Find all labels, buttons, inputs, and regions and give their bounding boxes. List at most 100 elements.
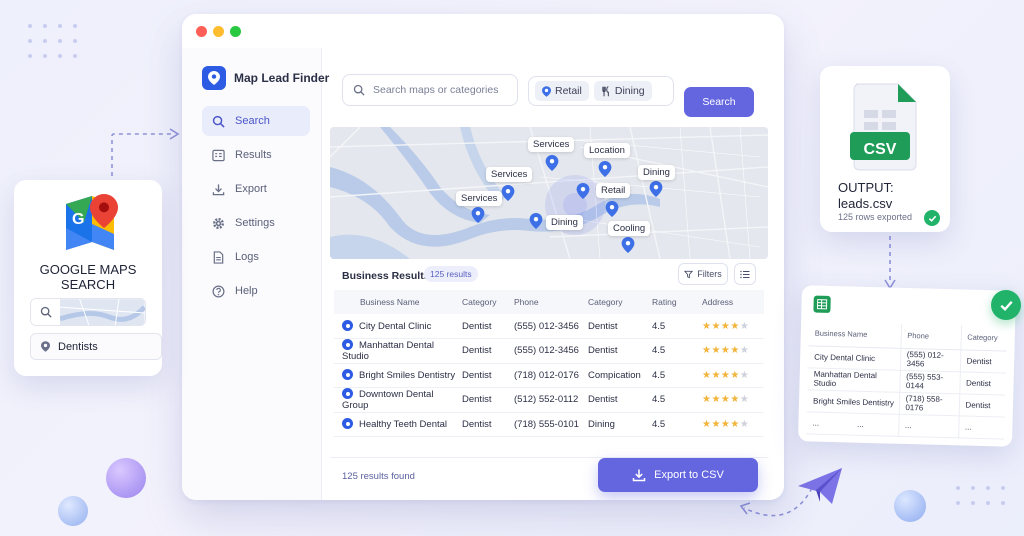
category-cell: Dentist (462, 412, 514, 437)
category-cell: Dentist (959, 349, 1007, 373)
sidebar-item-export[interactable]: Export (202, 174, 310, 204)
chip-label: Dining (614, 85, 645, 97)
table-row[interactable]: Manhattan Dental Studio Dentist (555) 01… (334, 338, 764, 364)
sidebar-item-label: Logs (235, 251, 259, 263)
mini-map-preview (60, 299, 145, 325)
location-pin-icon (342, 339, 353, 351)
filters-button[interactable]: Filters (678, 263, 728, 285)
business-name: City Dental Clinic (359, 321, 432, 332)
close-window-button[interactable] (196, 26, 207, 37)
category-cell: Dentist (462, 387, 514, 413)
phone-cell: ... (898, 413, 959, 438)
sidebar-item-results[interactable]: Results (202, 140, 310, 170)
sidebar-item-help[interactable]: Help (202, 276, 310, 306)
chip-retail[interactable]: Retail (535, 81, 589, 101)
column-header[interactable]: Phone (514, 290, 588, 314)
map-label: Location (584, 143, 630, 158)
star-rating: ★★★★★ (702, 394, 750, 406)
category-cell: Dentist (462, 363, 514, 388)
ellipsis: ... (857, 419, 864, 429)
sidebar-item-settings[interactable]: Settings (202, 208, 310, 238)
category-cell: Dentist (588, 338, 652, 364)
list-view-button[interactable] (734, 263, 756, 285)
maximize-window-button[interactable] (230, 26, 241, 37)
minimize-window-button[interactable] (213, 26, 224, 37)
name-cell: ...... (806, 411, 899, 436)
rating-cell: 4.5 (652, 338, 702, 364)
app-window: Map Lead Finder Search Results Export Se… (182, 14, 784, 500)
card-title-line2: SEARCH (60, 277, 116, 292)
sidebar-item-search[interactable]: Search (202, 106, 310, 136)
results-count-badge: 125 results (424, 266, 478, 282)
column-header[interactable]: Address (702, 290, 764, 314)
table-row: ...... ... ... (806, 411, 1005, 439)
results-found-text: 125 results found (342, 471, 415, 482)
column-header: Business Name (808, 321, 902, 348)
map-label: Services (486, 167, 533, 182)
category-cell: Dentist (588, 387, 652, 413)
column-header[interactable]: Category (588, 290, 652, 314)
app-name: Map Lead Finder (234, 71, 330, 85)
location-pin-icon (342, 369, 353, 381)
results-table: Business Name Category Phone Category Ra… (334, 290, 764, 437)
name-cell: City Dental Clinic (807, 345, 901, 370)
phone-cell: (512) 552-0112 (514, 387, 588, 413)
search-icon (212, 115, 225, 128)
rating-cell: 4.5 (652, 314, 702, 339)
search-button[interactable]: Search (684, 87, 754, 117)
card-title: GOOGLE MAPS SEARCH (14, 262, 162, 292)
spreadsheet-preview-card: Business Name Phone Category City Dental… (797, 285, 1017, 447)
category-cell: Dentist (959, 371, 1006, 395)
category-chip-group: Retail Dining (528, 76, 674, 106)
output-filename: leads.csv (838, 196, 893, 211)
table-row[interactable]: Bright Smiles Dentistry Dentist (718) 01… (334, 363, 764, 388)
csv-label: CSV (863, 141, 897, 158)
app-brand: Map Lead Finder (202, 66, 329, 90)
document-icon (213, 250, 224, 264)
location-pin-icon (342, 388, 353, 400)
svg-text:G: G (72, 211, 84, 228)
business-name: Manhattan Dental Studio (342, 340, 434, 363)
main-content: Search maps or categories Retail Dining … (330, 74, 770, 500)
star-rating: ★★★★★ (702, 345, 750, 357)
chip-label: Retail (555, 85, 582, 97)
phone-cell: (555) 012-3456 (514, 314, 588, 339)
chip-dining[interactable]: Dining (593, 81, 652, 101)
output-title: OUTPUT: leads.csv (838, 180, 894, 212)
name-cell: Manhattan Dental Studio (807, 367, 900, 392)
name-cell: Bright Smiles Dentistry (806, 389, 900, 414)
map-pin-icon (41, 341, 50, 352)
table-row[interactable]: City Dental Clinic Dentist (555) 012-345… (334, 314, 764, 339)
map-label: Services (456, 191, 503, 206)
google-maps-logo-icon: G (66, 194, 118, 250)
column-header[interactable]: Business Name (334, 290, 462, 314)
rating-cell: 4.5 (652, 387, 702, 413)
export-csv-button[interactable]: Export to CSV (598, 458, 758, 492)
map-label: Cooling (608, 221, 651, 236)
paper-plane-icon (798, 468, 842, 504)
column-header[interactable]: Category (462, 290, 514, 314)
maps-search-field[interactable] (30, 298, 146, 326)
search-query-pill[interactable]: Dentists (30, 333, 162, 360)
business-name: Bright Smiles Dentistry (359, 370, 456, 382)
sidebar-item-logs[interactable]: Logs (202, 242, 310, 272)
table-row[interactable]: Healthy Teeth Dental Dentist (718) 555-0… (334, 412, 764, 437)
rows-exported-text: 125 rows exported (838, 212, 913, 222)
star-rating: ★★★★★ (702, 369, 750, 381)
card-title-line1: GOOGLE MAPS (39, 262, 137, 277)
search-icon (353, 84, 365, 96)
sidebar-item-label: Results (235, 149, 272, 161)
category-cell: Dentist (462, 338, 514, 364)
map-label: Services (528, 137, 575, 152)
map-view[interactable]: Services Location Services Dining Servic… (330, 127, 768, 259)
table-row[interactable]: Downtown Dental Group Dentist (512) 552-… (334, 387, 764, 413)
rating-cell: 4.5 (652, 363, 702, 388)
results-icon (212, 149, 225, 161)
map-pin-icon (542, 85, 551, 97)
search-input[interactable]: Search maps or categories (342, 74, 518, 106)
check-icon (924, 210, 940, 226)
search-placeholder: Search maps or categories (373, 84, 499, 96)
column-header[interactable]: Rating (652, 290, 702, 314)
query-text: Dentists (58, 340, 98, 353)
phone-cell: (555) 012-3456 (899, 347, 961, 372)
